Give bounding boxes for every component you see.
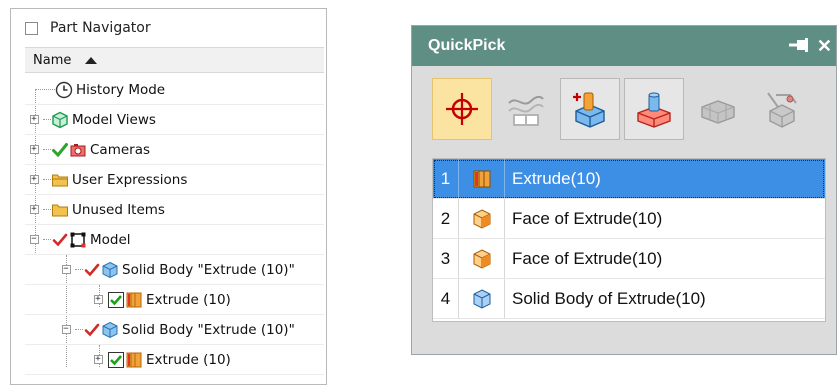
model-views-icon [51, 111, 69, 129]
red-check-icon [83, 321, 101, 339]
collapse-toggle[interactable]: − [25, 232, 43, 248]
collapse-toggle[interactable]: − [57, 322, 75, 338]
close-button[interactable]: ✕ [817, 36, 832, 57]
solid-body-icon [101, 261, 119, 279]
tree-item-extrude-1[interactable]: + Extrude (10) [25, 285, 324, 315]
tree-item-label: Unused Items [72, 201, 165, 218]
curve-icon [508, 95, 544, 126]
expand-toggle[interactable]: + [25, 142, 43, 158]
list-item[interactable]: 1 Extrude(10) [433, 159, 825, 199]
tree-item-label: Cameras [90, 141, 151, 158]
face-icon [459, 239, 505, 278]
tree-item-history-mode[interactable]: History Mode [25, 75, 324, 105]
component-icon [701, 100, 735, 124]
filter-all-button[interactable] [432, 78, 492, 140]
filter-other-button[interactable] [752, 78, 812, 140]
tree-item-label: Model [90, 231, 131, 248]
sort-ascending-icon [85, 56, 98, 64]
quickpick-dialog: QuickPick ✕ 1 Extrude(10) 2 Face of Extr… [411, 25, 837, 355]
tree-item-cameras[interactable]: + Cameras [25, 135, 324, 165]
clock-icon [55, 81, 73, 99]
red-check-icon [83, 261, 101, 279]
pin-icon[interactable] [788, 36, 809, 57]
tree-item-label: User Expressions [72, 171, 188, 188]
tree-item-label: Extrude (10) [146, 351, 231, 368]
quickpick-list: 1 Extrude(10) 2 Face of Extrude(10) 3 Fa… [432, 158, 826, 322]
part-navigator-panel: Part Navigator Name History Mode + Model… [10, 8, 327, 385]
part-navigator-title: Part Navigator [50, 20, 151, 36]
feature-icon [573, 92, 605, 128]
list-item-label: Face of Extrude(10) [512, 208, 663, 228]
expand-toggle[interactable]: + [89, 352, 107, 368]
extrude-icon [125, 351, 143, 369]
body-icon [637, 92, 671, 128]
list-item-index: 4 [433, 279, 459, 318]
list-item-label: Face of Extrude(10) [512, 248, 663, 268]
part-navigator-header: Part Navigator [11, 9, 326, 47]
list-item-label: Extrude(10) [512, 168, 601, 188]
tree-item-extrude-2[interactable]: + Extrude (10) [25, 345, 324, 375]
collapse-toggle[interactable]: − [57, 262, 75, 278]
tree-item-label: Extrude (10) [146, 291, 231, 308]
quickpick-title-bar[interactable]: QuickPick ✕ [412, 26, 836, 66]
part-navigator-checkbox[interactable] [25, 21, 38, 35]
list-item[interactable]: 2 Face of Extrude(10) [433, 199, 825, 239]
filter-curve-button[interactable] [496, 78, 556, 140]
list-item[interactable]: 4 Solid Body of Extrude(10) [433, 279, 825, 319]
column-name-label: Name [33, 52, 72, 68]
list-item-index: 3 [433, 239, 459, 278]
extrude-icon [459, 159, 505, 198]
expand-toggle[interactable]: + [89, 292, 107, 308]
tree-item-label: Solid Body "Extrude (10)" [122, 321, 295, 338]
list-item-index: 2 [433, 199, 459, 238]
list-item-label: Solid Body of Extrude(10) [512, 288, 706, 308]
tree-item-label: Model Views [72, 111, 156, 128]
filter-component-button[interactable] [688, 78, 748, 140]
quickpick-title: QuickPick [428, 37, 506, 54]
green-checkbox-icon[interactable] [107, 351, 125, 369]
tree-item-solid-body-2[interactable]: − Solid Body "Extrude (10)" [25, 315, 324, 345]
expand-toggle[interactable]: + [25, 112, 43, 128]
crosshair-icon [446, 93, 478, 125]
tree-item-label: Solid Body "Extrude (10)" [122, 261, 295, 278]
tree-item-label: History Mode [76, 81, 166, 98]
face-icon [459, 199, 505, 238]
filter-body-button[interactable] [624, 78, 684, 140]
solid-body-icon [101, 321, 119, 339]
tree-item-user-expressions[interactable]: + User Expressions [25, 165, 324, 195]
extrude-icon [125, 291, 143, 309]
green-checkbox-icon[interactable] [107, 291, 125, 309]
filter-toolbar [432, 78, 812, 144]
filter-feature-button[interactable] [560, 78, 620, 140]
folder-icon [51, 171, 69, 189]
list-item[interactable]: 3 Face of Extrude(10) [433, 239, 825, 279]
tree-item-solid-body-1[interactable]: − Solid Body "Extrude (10)" [25, 255, 324, 285]
model-icon [69, 231, 87, 249]
camera-icon [69, 141, 87, 159]
column-header-name[interactable]: Name [25, 47, 324, 73]
folder-icon [51, 201, 69, 219]
other-icon [767, 92, 797, 128]
tree-item-model-views[interactable]: + Model Views [25, 105, 324, 135]
expand-toggle[interactable]: + [25, 202, 43, 218]
check-icon [51, 141, 69, 159]
solid-body-icon [459, 279, 505, 318]
red-check-icon [51, 231, 69, 249]
expand-toggle[interactable]: + [25, 172, 43, 188]
list-item-index: 1 [433, 159, 459, 198]
tree-item-model[interactable]: − Model [25, 225, 324, 255]
tree-item-unused-items[interactable]: + Unused Items [25, 195, 324, 225]
